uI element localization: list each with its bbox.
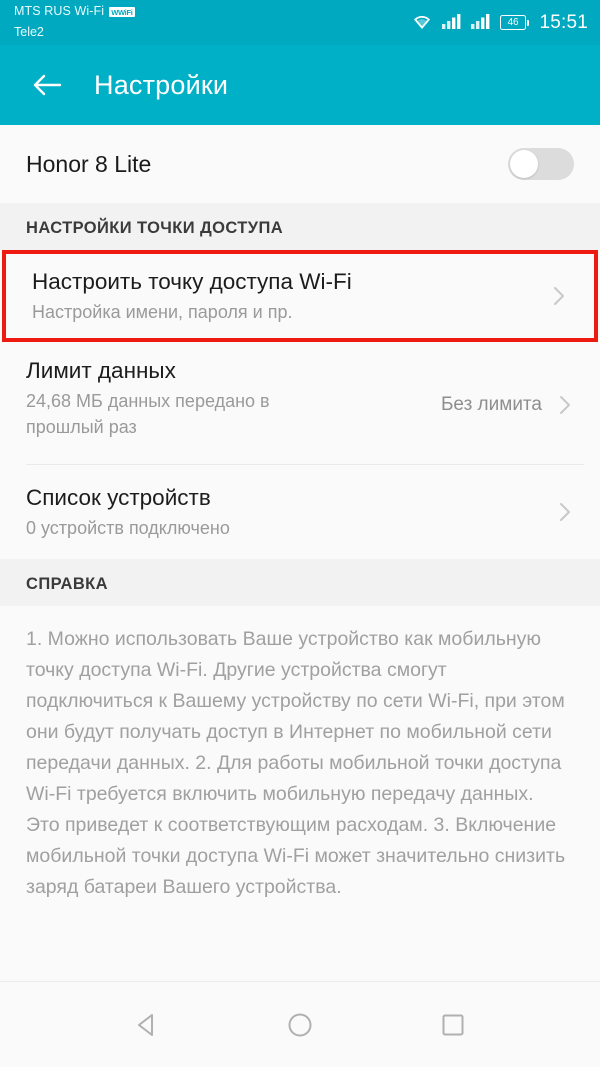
row-text-group: Лимит данных 24,68 МБ данных передано в … (26, 356, 441, 440)
hotspot-master-row[interactable]: Honor 8 Lite (0, 125, 600, 203)
row-title: Список устройств (26, 485, 211, 510)
data-limit-value: Без лимита (440, 394, 542, 415)
back-triangle-icon[interactable] (130, 1008, 164, 1042)
device-name-label: Honor 8 Lite (26, 150, 152, 177)
row-title: Лимит данных (26, 358, 176, 383)
carrier-mobile-label: Tele2 (14, 25, 44, 39)
hotspot-settings-list: Настроить точку доступа Wi-Fi Настройка … (0, 250, 600, 559)
recents-square-icon[interactable] (436, 1008, 470, 1042)
highlight-box: Настроить точку доступа Wi-Fi Настройка … (2, 250, 598, 342)
carrier-info: MTS RUS Wi-Fi WWiFi Tele2 (14, 1, 135, 42)
system-navigation-bar (0, 981, 600, 1067)
row-subtitle: 24,68 МБ данных передано в прошлый раз (26, 391, 270, 437)
battery-level-label: 46 (499, 15, 526, 30)
battery-icon: 46 (499, 15, 530, 30)
app-bar: Настройки (0, 45, 600, 125)
signal-icon-sim1 (441, 12, 462, 34)
carrier-wifi-label: MTS RUS Wi-Fi (14, 4, 105, 19)
row-data-limit[interactable]: Лимит данных 24,68 МБ данных передано в … (0, 342, 600, 464)
toggle-knob (510, 150, 538, 178)
chevron-right-icon (552, 499, 578, 525)
section-header-help: СПРАВКА (0, 559, 600, 606)
row-value-group: Без лимита (441, 392, 578, 418)
row-configure-hotspot[interactable]: Настроить точку доступа Wi-Fi Настройка … (6, 254, 594, 338)
home-circle-icon[interactable] (283, 1008, 317, 1042)
back-arrow-icon[interactable] (30, 68, 64, 102)
wifi-badge-icon: WWiFi (109, 6, 135, 17)
row-subtitle: 0 устройств подключено (26, 518, 230, 538)
row-device-list[interactable]: Список устройств 0 устройств подключено (0, 465, 600, 559)
chevron-right-icon (546, 283, 572, 309)
row-text-group: Список устройств 0 устройств подключено (26, 483, 552, 541)
section-header-hotspot: НАСТРОЙКИ ТОЧКИ ДОСТУПА (0, 203, 600, 250)
help-text-block: 1. Можно использовать Ваше устройство ка… (0, 606, 600, 913)
chevron-right-icon (552, 392, 578, 418)
row-text-group: Настроить точку доступа Wi-Fi Настройка … (32, 267, 546, 325)
carrier-wifi-line: MTS RUS Wi-Fi WWiFi (14, 1, 135, 22)
phone-screen: MTS RUS Wi-Fi WWiFi Tele2 46 15:51 Настр… (0, 0, 600, 1067)
battery-nub (527, 19, 530, 26)
signal-icon-sim2 (470, 12, 491, 34)
status-clock: 15:51 (539, 11, 588, 33)
hotspot-toggle[interactable] (508, 148, 574, 180)
status-icons: 46 15:51 (411, 0, 588, 45)
page-title: Настройки (94, 69, 229, 100)
settings-content: Honor 8 Lite НАСТРОЙКИ ТОЧКИ ДОСТУПА Нас… (0, 125, 600, 981)
status-bar: MTS RUS Wi-Fi WWiFi Tele2 46 15:51 (0, 0, 600, 45)
help-body-text: 1. Можно использовать Ваше устройство ка… (26, 628, 566, 898)
row-subtitle: Настройка имени, пароля и пр. (32, 302, 293, 322)
wifi-icon (411, 12, 433, 34)
row-title: Настроить точку доступа Wi-Fi (32, 269, 352, 294)
